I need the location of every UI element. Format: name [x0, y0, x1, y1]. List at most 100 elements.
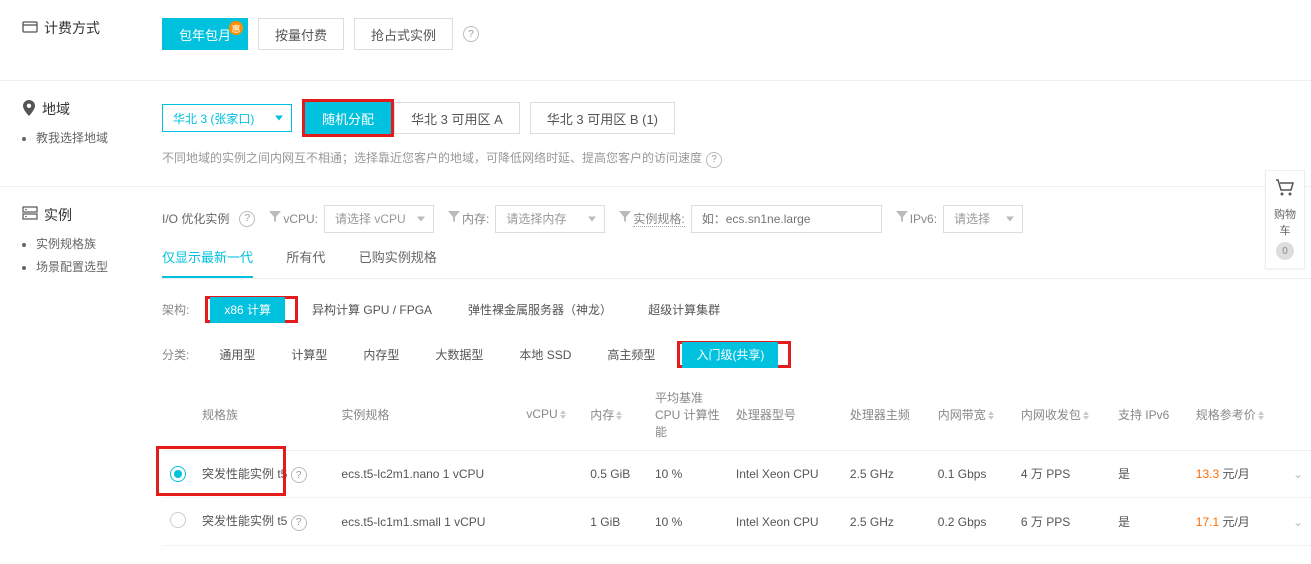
sort-icon[interactable] — [1083, 411, 1089, 420]
cat-bigdata[interactable]: 大数据型 — [421, 340, 497, 369]
instance-sub-family[interactable]: 实例规格族 — [36, 235, 162, 252]
arch-bare[interactable]: 弹性裸金属服务器（神龙） — [454, 295, 626, 324]
region-hint: 不同地域的实例之间内网互不相通；选择靠近您客户的地域，可降低网络时延、提高您客户… — [162, 149, 1311, 168]
vcpu-filter-label: vCPU: — [269, 211, 318, 226]
chevron-down-icon[interactable]: ⌄ — [1293, 467, 1303, 481]
tab-purchased[interactable]: 已购实例规格 — [359, 247, 437, 276]
row-radio[interactable] — [170, 466, 186, 482]
chevron-down-icon[interactable]: ⌄ — [1293, 515, 1303, 529]
cell-cpu: Intel Xeon CPU — [728, 450, 842, 498]
cell-spec: ecs.t5-lc2m1.nano 1 vCPU — [333, 450, 518, 498]
instance-table: 规格族 实例规格 vCPU 内存 平均基准 CPU 计算性能 处理器型号 处理器… — [162, 379, 1311, 547]
spec-input[interactable] — [691, 205, 882, 233]
cat-general[interactable]: 通用型 — [205, 340, 269, 369]
region-label-text: 地域 — [42, 99, 70, 119]
region-help-link[interactable]: 教我选择地域 — [36, 129, 162, 146]
th-cpu: 处理器型号 — [728, 379, 842, 451]
th-price[interactable]: 规格参考价 — [1188, 379, 1285, 451]
region-label: 地域 — [22, 99, 162, 119]
cell-ipv6: 是 — [1110, 450, 1188, 498]
cell-perf: 10 % — [647, 450, 728, 498]
ipv6-filter-label: IPv6: — [896, 211, 937, 226]
billing-opt0-text: 包年包月 — [179, 25, 231, 44]
cell-freq: 2.5 GHz — [842, 450, 930, 498]
cat-entry[interactable]: 入门级(共享) — [682, 342, 778, 368]
cell-price: 13.3 元/月 — [1188, 450, 1285, 498]
cell-pps: 4 万 PPS — [1013, 450, 1110, 498]
help-icon[interactable]: ? — [706, 152, 722, 168]
th-perf: 平均基准 CPU 计算性能 — [647, 379, 728, 451]
cat-memory[interactable]: 内存型 — [349, 340, 413, 369]
ipv6-select[interactable]: 请选择 — [943, 205, 1023, 233]
sort-icon[interactable] — [560, 410, 566, 419]
cell-perf: 10 % — [647, 498, 728, 546]
th-vcpu[interactable]: vCPU — [518, 379, 582, 451]
table-row[interactable]: 突发性能实例 t5 ?ecs.t5-lc1m1.small 1 vCPU1 Gi… — [162, 498, 1311, 546]
mem-filter-label: 内存: — [448, 210, 489, 227]
billing-label-text: 计费方式 — [44, 18, 100, 38]
cell-ipv6: 是 — [1110, 498, 1188, 546]
cell-spec: ecs.t5-lc1m1.small 1 vCPU — [333, 498, 518, 546]
funnel-icon — [269, 211, 281, 223]
cell-bw: 0.1 Gbps — [930, 450, 1013, 498]
cart-icon — [1270, 179, 1300, 202]
region-select[interactable]: 华北 3 (张家口) — [162, 104, 292, 132]
card-icon — [22, 19, 38, 38]
zone-b[interactable]: 华北 3 可用区 B (1) — [530, 102, 675, 134]
arch-label: 架构: — [162, 301, 189, 318]
highlight-arch: x86 计算 — [205, 296, 298, 323]
mem-select[interactable]: 请选择内存 — [495, 205, 605, 233]
th-ipv6: 支持 IPv6 — [1110, 379, 1188, 451]
arch-hpc[interactable]: 超级计算集群 — [634, 295, 734, 324]
cat-compute[interactable]: 计算型 — [277, 340, 341, 369]
io-opt-label: I/O 优化实例 — [162, 210, 229, 227]
billing-option-yearly[interactable]: 包年包月 惠 — [162, 18, 248, 50]
vcpu-select[interactable]: 请选择 vCPU — [324, 205, 434, 233]
funnel-icon — [896, 211, 908, 223]
table-row[interactable]: 突发性能实例 t5 ?ecs.t5-lc2m1.nano 1 vCPU 0.5 G… — [162, 450, 1311, 498]
cat-ssd[interactable]: 本地 SSD — [505, 340, 585, 369]
cell-bw: 0.2 Gbps — [930, 498, 1013, 546]
tab-all[interactable]: 所有代 — [286, 247, 325, 276]
instance-sub-scenario[interactable]: 场景配置选型 — [36, 258, 162, 275]
discount-badge-icon: 惠 — [229, 21, 243, 35]
cat-highfreq[interactable]: 高主频型 — [593, 340, 669, 369]
instance-label: 实例 — [22, 205, 162, 225]
cell-cpu: Intel Xeon CPU — [728, 498, 842, 546]
cell-pps: 6 万 PPS — [1013, 498, 1110, 546]
help-icon[interactable]: ? — [239, 211, 255, 227]
cell-mem: 1 GiB — [582, 498, 647, 546]
spec-filter-label: 实例规格: — [619, 210, 684, 227]
cell-family: 突发性能实例 t5 ? — [194, 450, 333, 498]
th-bw[interactable]: 内网带宽 — [930, 379, 1013, 451]
help-icon[interactable]: ? — [291, 515, 307, 531]
sort-icon[interactable] — [1258, 411, 1264, 420]
billing-option-spot[interactable]: 抢占式实例 — [354, 18, 453, 50]
cell-mem: 0.5 GiB — [582, 450, 647, 498]
th-family: 规格族 — [194, 379, 333, 451]
th-mem[interactable]: 内存 — [582, 379, 647, 451]
cart-label: 购物车 — [1270, 206, 1300, 238]
help-icon[interactable]: ? — [291, 467, 307, 483]
zone-a[interactable]: 华北 3 可用区 A — [394, 102, 520, 134]
cell-freq: 2.5 GHz — [842, 498, 930, 546]
sort-icon[interactable] — [616, 411, 622, 420]
help-icon[interactable]: ? — [463, 26, 479, 42]
th-freq: 处理器主频 — [842, 379, 930, 451]
highlight-zone: 随机分配 — [302, 99, 394, 137]
arch-x86[interactable]: x86 计算 — [210, 297, 285, 323]
funnel-icon — [448, 211, 460, 223]
tab-latest[interactable]: 仅显示最新一代 — [162, 247, 253, 278]
cart-widget[interactable]: 购物车 0 — [1265, 170, 1305, 269]
location-icon — [22, 100, 36, 119]
billing-option-payg[interactable]: 按量付费 — [258, 18, 344, 50]
arch-hetero[interactable]: 异构计算 GPU / FPGA — [298, 295, 446, 324]
billing-label: 计费方式 — [22, 18, 162, 38]
sort-icon[interactable] — [988, 411, 994, 420]
cart-count: 0 — [1276, 242, 1294, 260]
zone-random[interactable]: 随机分配 — [305, 102, 391, 134]
cell-price: 17.1 元/月 — [1188, 498, 1285, 546]
funnel-icon — [619, 211, 631, 223]
row-radio[interactable] — [170, 512, 186, 528]
th-pps[interactable]: 内网收发包 — [1013, 379, 1110, 451]
